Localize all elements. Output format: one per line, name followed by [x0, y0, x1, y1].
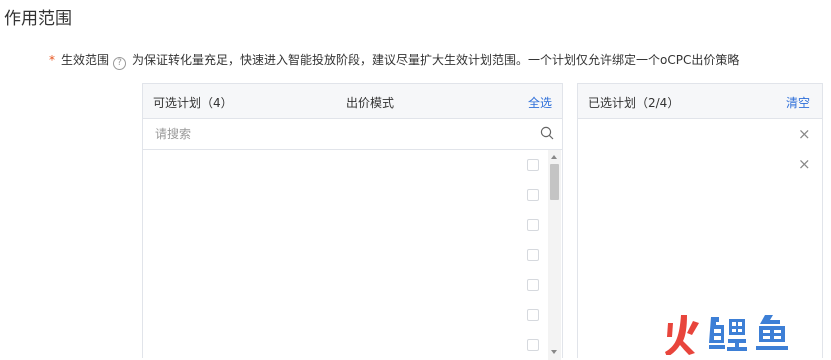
clear-link[interactable]: 清空	[786, 94, 810, 111]
scope-field-row: * 生效范围? 为保证转化量充足，快速进入智能投放阶段，建议尽量扩大生效计划范围。一…	[49, 51, 739, 70]
plan-checkbox[interactable]	[527, 339, 539, 351]
plan-checkbox[interactable]	[527, 249, 539, 261]
selected-plans-title: 已选计划（2/4）	[588, 96, 680, 110]
required-mark: *	[49, 53, 55, 67]
plan-checkbox[interactable]	[527, 279, 539, 291]
scrollbar-thumb[interactable]	[550, 164, 559, 200]
plan-search-input[interactable]	[153, 126, 517, 142]
plan-search-box	[143, 119, 562, 150]
remove-close-icon[interactable]: ×	[798, 157, 811, 172]
question-circle-icon[interactable]: ?	[113, 57, 127, 70]
remove-close-icon[interactable]: ×	[798, 127, 811, 142]
plan-checkbox[interactable]	[527, 189, 539, 201]
plan-checkbox[interactable]	[527, 309, 539, 321]
logo-fish-glyph	[756, 315, 788, 350]
plan-checkbox[interactable]	[527, 219, 539, 231]
section-title: 作用范围	[4, 9, 72, 29]
available-plans-list	[143, 150, 562, 360]
bid-mode-column-header: 出价模式	[346, 96, 395, 110]
available-plans-panel: 可选计划（4） 出价模式 全选	[142, 83, 563, 360]
logo-carp-glyph	[709, 317, 747, 351]
search-icon[interactable]	[540, 126, 554, 140]
list-scrollbar[interactable]	[548, 150, 561, 360]
field-description: 为保证转化量充足，快速进入智能投放阶段，建议尽量扩大生效计划范围。一个计划仅允许…	[132, 53, 740, 67]
selected-plans-header: 已选计划（2/4） 清空	[578, 84, 822, 119]
logo-fire-glyph	[665, 315, 699, 355]
available-plans-title: 可选计划（4）	[153, 96, 233, 110]
plan-checkbox[interactable]	[527, 159, 539, 171]
available-plans-header: 可选计划（4） 出价模式 全选	[143, 84, 562, 119]
watermark-logo	[665, 315, 788, 355]
field-label: 生效范围	[61, 53, 110, 67]
scroll-up-arrow-icon[interactable]	[551, 155, 557, 159]
scroll-down-arrow-icon[interactable]	[551, 350, 557, 354]
select-all-link[interactable]: 全选	[528, 94, 552, 111]
